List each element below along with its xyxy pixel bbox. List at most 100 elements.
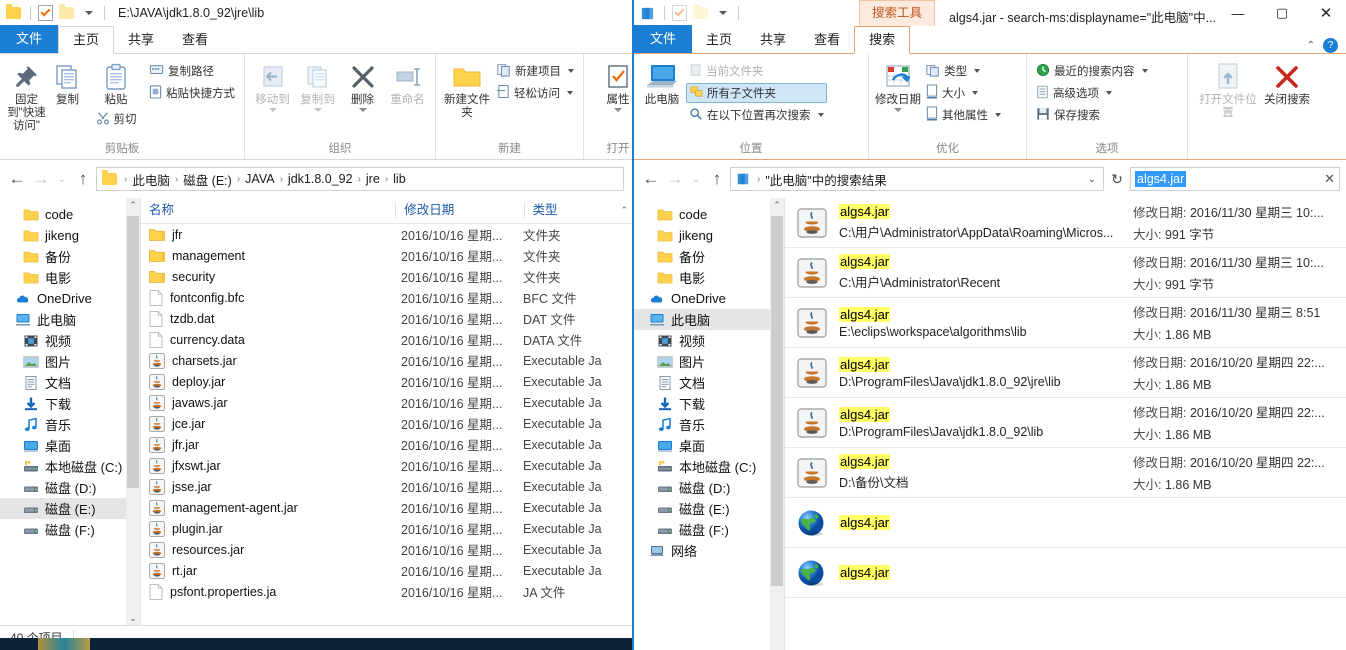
advanced-options-button[interactable]: 高级选项: [1033, 83, 1151, 103]
this-pc-icon[interactable]: [640, 5, 657, 22]
table-row[interactable]: fontconfig.bfc 2016/10/16 星期... BFC 文件: [141, 287, 632, 308]
easy-access-button[interactable]: 轻松访问: [494, 83, 577, 103]
tab-share[interactable]: 共享: [114, 27, 168, 53]
tab-home[interactable]: 主页: [692, 27, 746, 53]
sidebar-item-15[interactable]: 磁盘 (F:): [634, 519, 784, 540]
breadcrumb-item-0[interactable]: "此电脑"中的搜索结果: [765, 170, 886, 189]
move-to-button[interactable]: 移动到: [251, 58, 294, 112]
close-search-button[interactable]: 关闭搜索: [1260, 58, 1314, 107]
pin-to-quick-access-button[interactable]: 固定到"快速访问": [6, 58, 47, 133]
chevron-down-icon[interactable]: [1141, 69, 1148, 73]
sidebar-item-0[interactable]: code: [0, 204, 140, 225]
up-button[interactable]: ↑: [72, 168, 94, 190]
close-button[interactable]: ✕: [1304, 0, 1346, 26]
table-row[interactable]: currency.data 2016/10/16 星期... DATA 文件: [141, 329, 632, 350]
forward-button[interactable]: →: [30, 168, 52, 190]
sidebar-item-1[interactable]: jikeng: [0, 225, 140, 246]
breadcrumb-item-4[interactable]: jre: [366, 172, 380, 186]
tab-file[interactable]: 文件: [0, 25, 59, 53]
recent-locations-button[interactable]: ⌄: [54, 168, 70, 190]
table-row[interactable]: plugin.jar 2016/10/16 星期... Executable Ja: [141, 518, 632, 539]
this-pc-scope-button[interactable]: 此电脑: [640, 58, 684, 107]
result-name[interactable]: algs4.jar: [839, 515, 1133, 530]
table-row[interactable]: jfxswt.jar 2016/10/16 星期... Executable Ja: [141, 455, 632, 476]
result-name[interactable]: algs4.jar: [839, 204, 1133, 219]
left-ribbon-tabs[interactable]: 文件 主页 共享 查看: [0, 25, 632, 54]
sidebar-item-6[interactable]: 视频: [634, 330, 784, 351]
sidebar-item-4[interactable]: OneDrive: [0, 288, 140, 309]
new-folder-button[interactable]: 新建文件夹: [442, 58, 492, 120]
cut-button[interactable]: 剪切: [93, 109, 140, 129]
left-ribbon[interactable]: 固定到"快速访问" 复制 粘贴 剪切 复制路径 粘贴快捷方式 剪贴板 移动到 复…: [0, 54, 632, 160]
left-file-list[interactable]: jfr 2016/10/16 星期... 文件夹 management 2016/10/…: [141, 224, 632, 602]
table-row[interactable]: charsets.jar 2016/10/16 星期... Executable J…: [141, 350, 632, 371]
table-row[interactable]: deploy.jar 2016/10/16 星期... Executable Ja: [141, 371, 632, 392]
sidebar-item-13[interactable]: 磁盘 (D:): [0, 477, 140, 498]
table-row[interactable]: jsse.jar 2016/10/16 星期... Executable Ja: [141, 476, 632, 497]
chevron-down-icon[interactable]: [313, 108, 322, 112]
scroll-down-arrow[interactable]: ⌄: [126, 611, 140, 625]
result-name[interactable]: algs4.jar: [839, 565, 1133, 580]
sidebar-item-14[interactable]: 磁盘 (E:): [634, 498, 784, 519]
sidebar-item-10[interactable]: 音乐: [634, 414, 784, 435]
file-name-cell[interactable]: security: [141, 270, 401, 284]
search-results-list[interactable]: algs4.jar C:\用户\Administrator\AppData\Roa…: [785, 198, 1346, 598]
file-explorer-window-left[interactable]: E:\JAVA\jdk1.8.0_92\jre\lib 文件 主页 共享 查看 …: [0, 0, 632, 638]
result-name[interactable]: algs4.jar: [839, 406, 1133, 422]
chevron-down-icon[interactable]: [995, 113, 1001, 117]
scroll-up-arrow[interactable]: ⌃: [126, 198, 140, 212]
list-item[interactable]: algs4.jar C:\用户\Administrator\Recent 修改日期:…: [785, 248, 1346, 298]
sidebar-item-9[interactable]: 下载: [0, 393, 140, 414]
breadcrumb-item-1[interactable]: 磁盘 (E:): [183, 170, 232, 189]
breadcrumb-item-0[interactable]: 此电脑: [132, 170, 170, 189]
size-filter-button[interactable]: 大小: [923, 83, 1004, 103]
current-folder-button[interactable]: 当前文件夹: [686, 61, 827, 81]
column-header-date[interactable]: 修改日期: [395, 202, 523, 219]
chevron-down-icon[interactable]: [972, 91, 978, 95]
column-header-type[interactable]: 类型: [523, 202, 621, 219]
file-name-cell[interactable]: jfr: [141, 228, 401, 242]
nav-scrollbar[interactable]: ⌃ ⌄: [126, 198, 140, 625]
file-name-cell[interactable]: javaws.jar: [141, 394, 401, 411]
table-row[interactable]: psfont.properties.ja 2016/10/16 星期... JA 文…: [141, 581, 632, 602]
taskbar-strip[interactable]: [0, 638, 632, 650]
file-name-cell[interactable]: rt.jar: [141, 562, 401, 579]
forward-button[interactable]: →: [664, 168, 686, 190]
scroll-up-arrow[interactable]: ⌃: [770, 198, 784, 212]
sidebar-item-12[interactable]: 本地磁盘 (C:): [0, 456, 140, 477]
result-name[interactable]: algs4.jar: [839, 356, 1133, 372]
sidebar-item-4[interactable]: OneDrive: [634, 288, 784, 309]
table-row[interactable]: management-agent.jar 2016/10/16 星期... Exec…: [141, 497, 632, 518]
open-file-location-button[interactable]: 打开文件位置: [1198, 58, 1258, 120]
breadcrumb[interactable]: › 此电脑 › 磁盘 (E:) › JAVA › jdk1.8.0_92 › j…: [96, 167, 624, 191]
rename-button[interactable]: 重命名: [386, 58, 429, 107]
sidebar-item-5[interactable]: 此电脑: [634, 309, 784, 330]
table-row[interactable]: jce.jar 2016/10/16 星期... Executable Ja: [141, 413, 632, 434]
right-address-bar[interactable]: ← → ⌄ ↑ › "此电脑"中的搜索结果 ⌄ ↻ algs4.jar ✕: [634, 160, 1346, 198]
back-button[interactable]: ←: [640, 168, 662, 190]
sidebar-item-15[interactable]: 磁盘 (F:): [0, 519, 140, 540]
left-address-bar[interactable]: ← → ⌄ ↑ › 此电脑 › 磁盘 (E:) › JAVA › jdk1.8.…: [0, 160, 632, 198]
new-item-button[interactable]: 新建项目: [494, 61, 577, 81]
table-row[interactable]: management 2016/10/16 星期... 文件夹: [141, 245, 632, 266]
new-folder-icon[interactable]: [693, 4, 710, 22]
right-ribbon-tabs[interactable]: 文件 主页 共享 查看 搜索 ⌃ ?: [634, 25, 1346, 54]
table-row[interactable]: javaws.jar 2016/10/16 星期... Executable Ja: [141, 392, 632, 413]
list-item[interactable]: algs4.jar: [785, 498, 1346, 548]
sidebar-item-11[interactable]: 桌面: [634, 435, 784, 456]
sidebar-item-2[interactable]: 备份: [634, 246, 784, 267]
file-name-cell[interactable]: management-agent.jar: [141, 499, 401, 516]
tab-view[interactable]: 查看: [168, 27, 222, 53]
paste-button[interactable]: 粘贴: [88, 58, 144, 107]
right-navigation-pane[interactable]: code jikeng 备份 电影 OneDrive 此电脑 视频 图片 文档 下载 音乐 桌面 本地磁…: [634, 198, 784, 650]
list-item[interactable]: algs4.jar: [785, 548, 1346, 598]
list-item[interactable]: algs4.jar D:\ProgramFiles\Java\jdk1.8.0_9…: [785, 348, 1346, 398]
file-name-cell[interactable]: jce.jar: [141, 415, 401, 432]
delete-button[interactable]: 删除: [341, 58, 384, 112]
result-name[interactable]: algs4.jar: [839, 254, 1133, 269]
chevron-down-icon[interactable]: [614, 108, 622, 112]
search-again-in-button[interactable]: 在以下位置再次搜索: [686, 105, 827, 125]
sidebar-item-3[interactable]: 电影: [0, 267, 140, 288]
tab-view[interactable]: 查看: [800, 27, 854, 53]
list-item[interactable]: algs4.jar D:\备份\文档 修改日期: 2016/10/20 星期四 22…: [785, 448, 1346, 498]
